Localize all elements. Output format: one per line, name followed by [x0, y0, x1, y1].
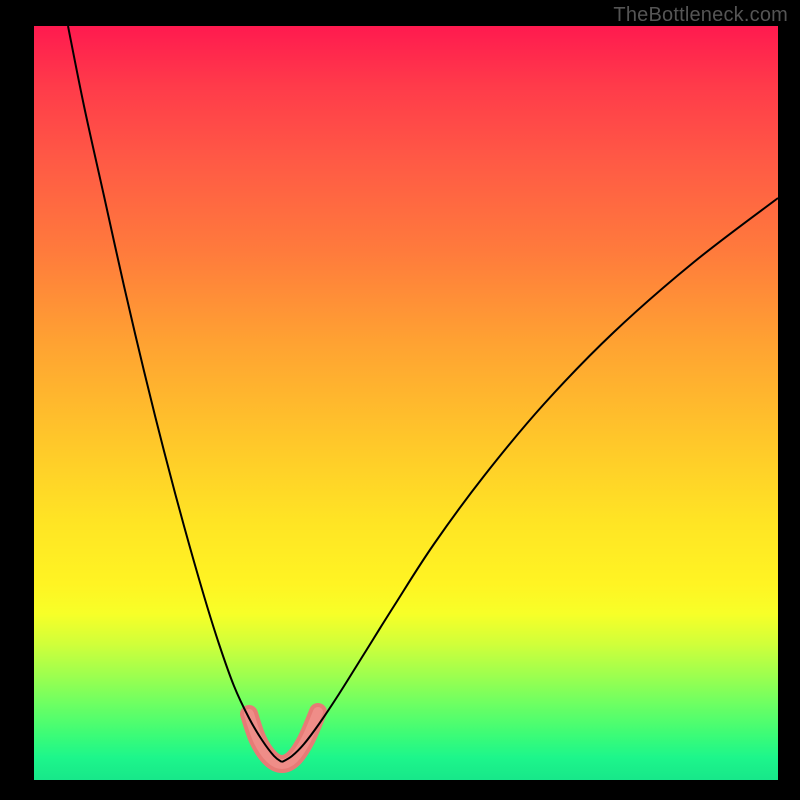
curve-right-branch	[282, 198, 778, 762]
plot-area	[34, 26, 778, 780]
watermark-text: TheBottleneck.com	[613, 4, 788, 27]
curve-left-branch	[68, 26, 282, 762]
plot-svg	[34, 26, 778, 780]
chart-frame: TheBottleneck.com	[0, 0, 800, 800]
